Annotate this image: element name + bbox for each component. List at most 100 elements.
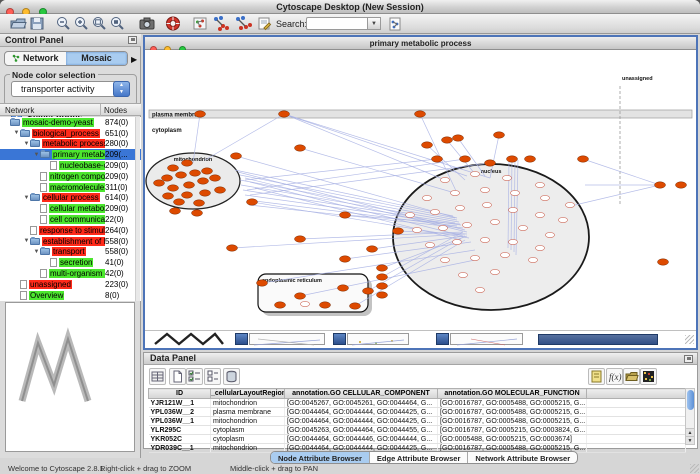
column-header[interactable]: annotation.GO CELLULAR_COMPONENT — [285, 389, 438, 399]
gene-node-unfilled[interactable] — [451, 190, 460, 195]
gene-node[interactable] — [182, 160, 193, 166]
gene-node-unfilled[interactable] — [471, 255, 480, 260]
gene-node-unfilled[interactable] — [471, 171, 480, 176]
gene-node[interactable] — [275, 302, 286, 308]
gene-node[interactable] — [168, 165, 179, 171]
tree-row[interactable]: secretion41(0) — [0, 257, 141, 268]
gene-node[interactable] — [340, 256, 351, 262]
tree-row[interactable]: mosaic-demo-yeast874(0) — [0, 117, 141, 128]
tree-row[interactable]: nucleobase-cont209(0) — [0, 160, 141, 171]
apply-layout-icon[interactable] — [212, 15, 230, 32]
matrix-view-icon[interactable] — [640, 368, 657, 385]
expand-arrow-icon[interactable]: ▼ — [33, 152, 40, 158]
gene-node-unfilled[interactable] — [491, 269, 500, 274]
gene-node[interactable] — [338, 285, 349, 291]
network-view-titlebar[interactable]: primary metabolic process — [145, 37, 696, 50]
gene-node-unfilled[interactable] — [453, 239, 462, 244]
gene-node[interactable] — [184, 182, 195, 188]
gene-node[interactable] — [460, 156, 471, 162]
gene-node[interactable] — [453, 135, 464, 141]
minimized-network-thumbnail[interactable] — [153, 332, 225, 346]
gene-node[interactable] — [377, 283, 388, 289]
zoom-in-icon[interactable] — [72, 15, 90, 32]
gene-node[interactable] — [194, 200, 205, 206]
gene-node-unfilled[interactable] — [509, 239, 518, 244]
scrollbar-thumb[interactable] — [687, 390, 694, 410]
gene-node[interactable] — [442, 137, 453, 143]
gene-node[interactable] — [227, 245, 238, 251]
gene-node[interactable] — [422, 142, 433, 148]
help-icon[interactable] — [164, 15, 182, 32]
gene-node-unfilled[interactable] — [491, 219, 500, 224]
minimized-window-titlebar[interactable] — [450, 333, 523, 345]
minimized-window-titlebar[interactable] — [347, 333, 409, 345]
gene-node-unfilled[interactable] — [476, 287, 485, 292]
column-header[interactable]: _cellularLayoutRegion — [211, 389, 285, 399]
function-builder-icon[interactable]: f(x) — [606, 368, 623, 385]
delete-attribute-icon[interactable] — [223, 368, 240, 385]
view-resize-grip[interactable] — [685, 335, 694, 344]
float-data-panel-icon[interactable] — [684, 355, 693, 363]
gene-node[interactable] — [279, 111, 290, 117]
gene-node-unfilled[interactable] — [481, 237, 490, 242]
minimized-window-icon[interactable] — [436, 333, 449, 345]
gene-node[interactable] — [485, 160, 496, 166]
gene-node[interactable] — [257, 280, 268, 286]
gene-node-unfilled[interactable] — [413, 227, 422, 232]
gene-node[interactable] — [174, 199, 185, 205]
gene-node[interactable] — [350, 303, 361, 309]
minimized-window-icon[interactable] — [235, 333, 248, 345]
title-bar[interactable]: Cytoscape Desktop (New Session) — [0, 0, 700, 14]
save-session-icon[interactable] — [28, 15, 46, 32]
expand-arrow-icon[interactable]: ▼ — [13, 130, 20, 136]
gene-node[interactable] — [658, 259, 669, 265]
gene-node-unfilled[interactable] — [441, 257, 450, 262]
gene-node[interactable] — [195, 111, 206, 117]
gene-node[interactable] — [393, 228, 404, 234]
tree-row[interactable]: ▼biological_process651(0) — [0, 128, 141, 139]
select-attributes-icon[interactable] — [186, 368, 203, 385]
gene-node[interactable] — [215, 187, 226, 193]
tab-network-attribute-browser[interactable]: Network Attribute Browser — [468, 452, 577, 463]
gene-node[interactable] — [676, 182, 687, 188]
collapsed-window-bar[interactable] — [538, 334, 658, 345]
gene-node-unfilled[interactable] — [483, 202, 492, 207]
gene-node[interactable] — [377, 274, 388, 280]
gene-node-unfilled[interactable] — [456, 205, 465, 210]
tree-row[interactable]: cellular metaboli209(0) — [0, 203, 141, 214]
open-session-icon[interactable] — [9, 15, 27, 32]
gene-node-unfilled[interactable] — [536, 182, 545, 187]
gene-node[interactable] — [377, 265, 388, 271]
tree-scrollbar[interactable] — [135, 117, 140, 301]
tree-row[interactable]: multi-organism pro42(0) — [0, 268, 141, 279]
gene-node[interactable] — [578, 156, 589, 162]
column-header[interactable]: annotation.GO MOLECULAR_FUNCTION — [438, 389, 587, 399]
gene-node[interactable] — [655, 182, 666, 188]
gene-node-unfilled[interactable] — [301, 301, 310, 306]
snapshot-icon[interactable] — [138, 15, 156, 32]
attribute-notes-icon[interactable] — [588, 368, 605, 385]
table-row[interactable]: YLR295Ccytoplasm[GO:0045263, GO:0044464,… — [149, 426, 686, 435]
gene-node-unfilled[interactable] — [536, 212, 545, 217]
tree-row[interactable]: macromolecule m311(0) — [0, 182, 141, 193]
gene-node-unfilled[interactable] — [546, 232, 555, 237]
gene-node-unfilled[interactable] — [463, 222, 472, 227]
gene-node-unfilled[interactable] — [459, 272, 468, 277]
network-canvas[interactable]: plasma membrane cytoplasm mitochondrion … — [145, 50, 696, 330]
tree-row[interactable]: ▼cellular process614(0) — [0, 193, 141, 204]
gene-node[interactable] — [432, 156, 443, 162]
tree-row[interactable]: ▼primary metabolic p209(... — [0, 149, 141, 160]
scroll-up-icon[interactable]: ▲ — [686, 428, 694, 436]
tree-row[interactable]: ▼establishment of loc558(0) — [0, 236, 141, 247]
gene-node-unfilled[interactable] — [441, 177, 450, 182]
gene-node-unfilled[interactable] — [541, 195, 550, 200]
float-panel-icon[interactable] — [128, 36, 137, 44]
search-dropdown-arrow-icon[interactable]: ▼ — [368, 17, 381, 30]
gene-node-unfilled[interactable] — [426, 242, 435, 247]
gene-node-unfilled[interactable] — [431, 209, 440, 214]
new-attribute-icon[interactable] — [169, 368, 186, 385]
gene-node-unfilled[interactable] — [511, 190, 520, 195]
zoom-fit-icon[interactable] — [90, 15, 108, 32]
gene-node[interactable] — [198, 178, 209, 184]
gene-node[interactable] — [231, 153, 242, 159]
